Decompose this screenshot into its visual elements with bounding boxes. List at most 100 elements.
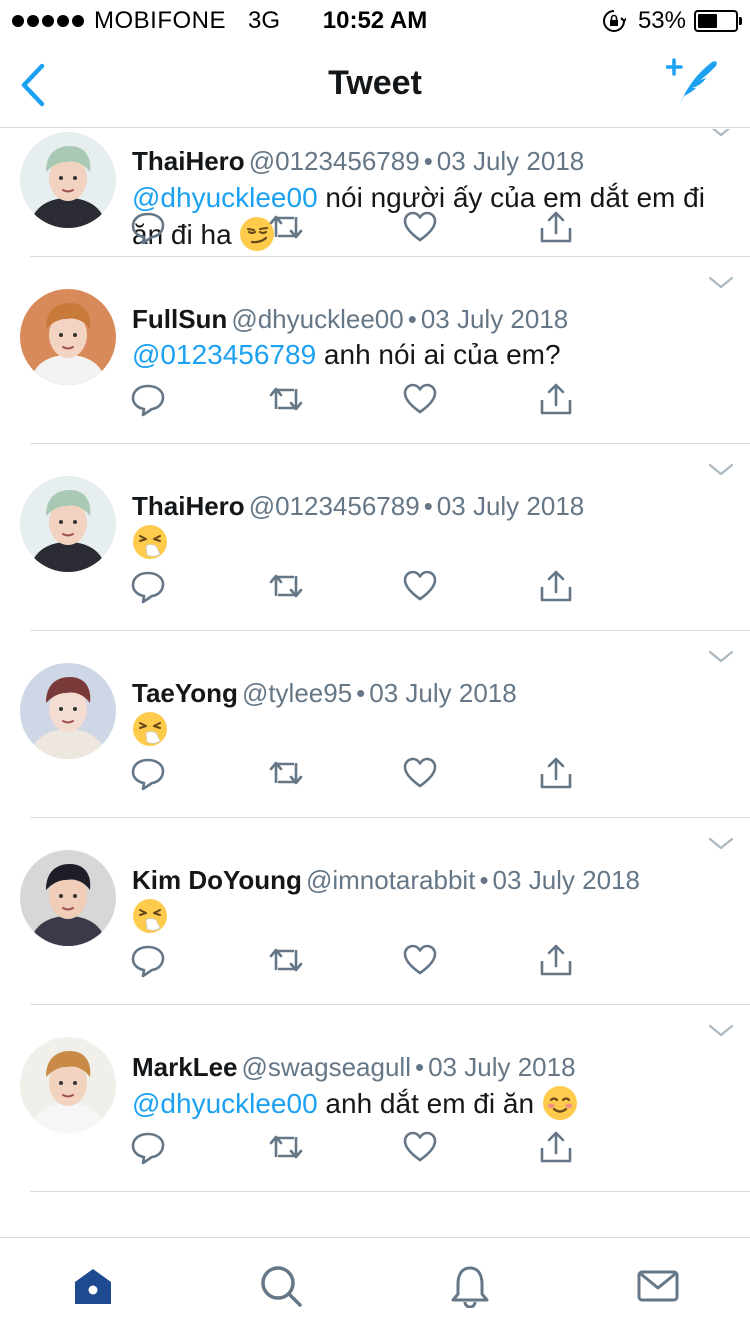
tweet-header: MarkLee @swagseagull • 03 July 2018	[132, 1052, 576, 1083]
like-icon[interactable]	[402, 1129, 438, 1165]
search-icon	[261, 1266, 302, 1307]
tweet-actions	[130, 381, 590, 421]
share-icon[interactable]	[538, 209, 574, 245]
tweet-header: ThaiHero @0123456789 • 03 July 2018	[132, 491, 584, 522]
share-icon[interactable]	[538, 568, 574, 604]
avatar[interactable]	[20, 1037, 116, 1133]
tweet-actions	[130, 209, 590, 249]
tab-home[interactable]	[71, 1264, 115, 1308]
tweet-header: ThaiHero @0123456789 • 03 July 2018	[132, 146, 584, 177]
avatar[interactable]	[20, 850, 116, 946]
chevron-down-icon[interactable]	[708, 650, 734, 664]
mention-link[interactable]: @dhyucklee00	[132, 1088, 318, 1119]
tweet-handle[interactable]: @imnotarabbit	[306, 865, 475, 895]
retweet-icon[interactable]	[268, 1129, 304, 1165]
display-name[interactable]: FullSun	[132, 304, 227, 334]
tweet-separator: •	[414, 1052, 425, 1082]
tweet-handle[interactable]: @dhyucklee00	[231, 304, 403, 334]
tweet-separator: •	[423, 491, 433, 521]
avatar[interactable]	[20, 289, 116, 385]
tweet-separator: •	[479, 865, 489, 895]
avatar[interactable]	[20, 132, 116, 228]
display-name[interactable]: TaeYong	[132, 678, 238, 708]
sneezing-face-emoji	[132, 711, 168, 747]
tab-notifications[interactable]	[448, 1264, 492, 1309]
mention-link[interactable]: @0123456789	[132, 339, 316, 370]
reply-icon[interactable]	[130, 755, 166, 791]
tweet-handle[interactable]: @swagseagull	[242, 1052, 411, 1082]
like-icon[interactable]	[402, 381, 438, 417]
tweet-actions	[130, 942, 590, 982]
tweet-actions	[130, 755, 590, 795]
chevron-down-icon[interactable]	[708, 129, 734, 138]
tweet-date: 03 July 2018	[369, 678, 517, 708]
reply-icon[interactable]	[130, 381, 166, 417]
battery-icon	[694, 10, 742, 32]
notifications-icon	[451, 1266, 489, 1309]
tweet-item[interactable]: ThaiHero @0123456789 • 03 July 2018 @dhyuckl…	[0, 129, 750, 257]
smiling-face-emoji	[542, 1085, 578, 1121]
share-icon[interactable]	[538, 942, 574, 978]
retweet-icon[interactable]	[268, 209, 304, 245]
chevron-down-icon[interactable]	[708, 837, 734, 851]
status-right: 53%	[602, 7, 742, 35]
retweet-icon[interactable]	[268, 942, 304, 978]
share-icon[interactable]	[538, 381, 574, 417]
tab-messages[interactable]	[636, 1264, 680, 1308]
tweet-item[interactable]: Kim DoYoung @imnotarabbit • 03 July 2018	[0, 818, 750, 1005]
reply-icon[interactable]	[130, 942, 166, 978]
tweet-date: 03 July 2018	[492, 865, 640, 895]
tab-search[interactable]	[259, 1264, 303, 1308]
reply-icon[interactable]	[130, 1129, 166, 1165]
retweet-icon[interactable]	[268, 381, 304, 417]
battery-fill	[698, 14, 718, 28]
home-icon	[75, 1269, 111, 1304]
display-name[interactable]: MarkLee	[132, 1052, 238, 1082]
tweet-handle[interactable]: @0123456789	[249, 491, 420, 521]
tweet-item[interactable]: ThaiHero @0123456789 • 03 July 2018	[0, 444, 750, 631]
tweet-header: FullSun @dhyucklee00 • 03 July 2018	[132, 304, 568, 335]
tweet-handle[interactable]: @0123456789	[249, 146, 420, 176]
divider	[30, 1191, 750, 1192]
tweet-text: @dhyucklee00 anh dắt em đi ăn	[132, 1085, 732, 1122]
reply-icon[interactable]	[130, 209, 166, 245]
like-icon[interactable]	[402, 755, 438, 791]
tweet-text	[132, 898, 732, 935]
sneezing-face-emoji	[132, 524, 168, 560]
tab-bar	[0, 1237, 750, 1334]
tweet-header: Kim DoYoung @imnotarabbit • 03 July 2018	[132, 865, 640, 896]
retweet-icon[interactable]	[268, 568, 304, 604]
display-name[interactable]: ThaiHero	[132, 491, 245, 521]
compose-tweet-icon[interactable]	[666, 56, 720, 108]
tweet-separator: •	[423, 146, 433, 176]
tweet-handle[interactable]: @tylee95	[242, 678, 352, 708]
chevron-down-icon[interactable]	[708, 463, 734, 477]
chevron-down-icon[interactable]	[708, 276, 734, 290]
tweet-header: TaeYong @tylee95 • 03 July 2018	[132, 678, 517, 709]
messages-icon	[637, 1270, 679, 1302]
tweet-item[interactable]: MarkLee @swagseagull • 03 July 2018 @dhyuckl…	[0, 1005, 750, 1192]
tweet-separator: •	[356, 678, 366, 708]
tweet-item[interactable]: FullSun @dhyucklee00 • 03 July 2018 @0123456…	[0, 257, 750, 444]
avatar[interactable]	[20, 476, 116, 572]
status-bar: MOBIFONE 3G 10:52 AM 53%	[0, 0, 750, 40]
display-name[interactable]: Kim DoYoung	[132, 865, 302, 895]
share-icon[interactable]	[538, 1129, 574, 1165]
retweet-icon[interactable]	[268, 755, 304, 791]
page-title: Tweet	[328, 64, 422, 102]
avatar[interactable]	[20, 663, 116, 759]
tweet-body: anh dắt em đi ăn	[317, 1088, 542, 1119]
like-icon[interactable]	[402, 568, 438, 604]
chevron-down-icon[interactable]	[708, 1024, 734, 1038]
tweet-timeline[interactable]: ThaiHero @0123456789 • 03 July 2018 @dhyuckl…	[0, 129, 750, 1237]
display-name[interactable]: ThaiHero	[132, 146, 245, 176]
tweet-item[interactable]: TaeYong @tylee95 • 03 July 2018	[0, 631, 750, 818]
reply-icon[interactable]	[130, 568, 166, 604]
like-icon[interactable]	[402, 942, 438, 978]
like-icon[interactable]	[402, 209, 438, 245]
tweet-date: 03 July 2018	[436, 146, 585, 176]
tweet-actions	[130, 1129, 590, 1169]
tweet-date: 03 July 2018	[420, 304, 569, 334]
navigation-bar: Tweet	[0, 40, 750, 128]
share-icon[interactable]	[538, 755, 574, 791]
